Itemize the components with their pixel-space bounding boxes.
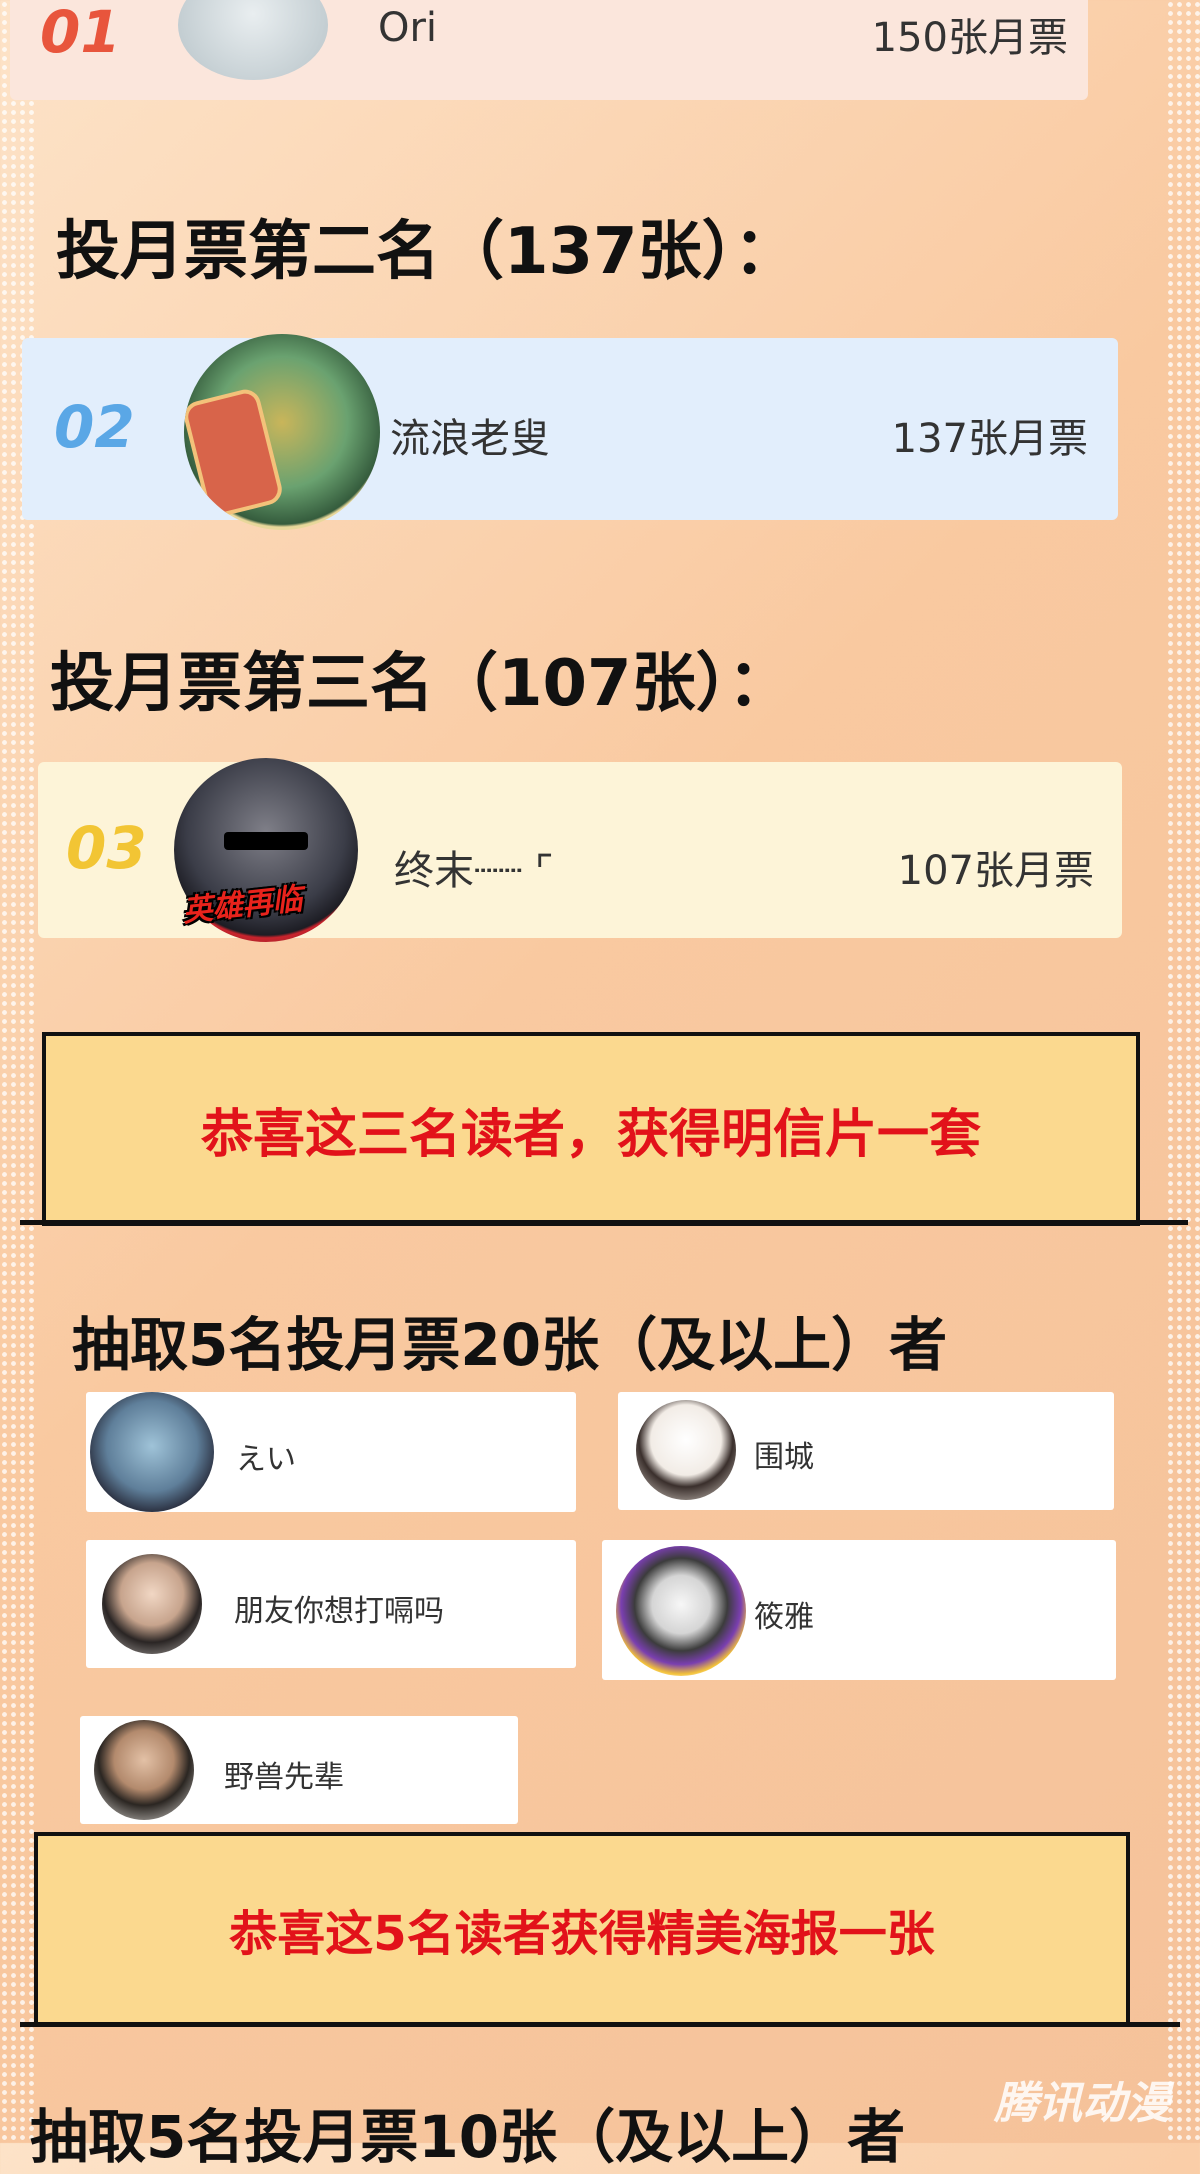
user-card-3: 朋友你想打嗝吗 <box>86 1540 576 1668</box>
user-name-5: 野兽先辈 <box>224 1760 344 1795</box>
user-avatar-1 <box>90 1392 214 1512</box>
user-avatar-5 <box>94 1720 194 1820</box>
rank-name-2: 流浪老叟 <box>390 416 550 462</box>
sunglasses-icon <box>224 832 308 850</box>
heading-rank-3: 投月票第三名（107张）： <box>50 647 792 721</box>
user-card-1: えい <box>86 1392 576 1512</box>
rank-card-3: 03 英雄再临 终末┈┈ ⌜ 107张月票 <box>38 758 1122 942</box>
watermark-logo: 腾讯动漫 <box>994 2078 1170 2129</box>
user-avatar-3 <box>102 1554 202 1654</box>
rank-card-1: 01 Ori 150张月票 <box>10 0 1088 100</box>
user-card-4: 筱雅 <box>602 1540 1116 1680</box>
rank-number-2: 02 <box>54 393 135 461</box>
user-name-2: 围城 <box>754 1440 814 1475</box>
congrats-banner-2: 恭喜这5名读者获得精美海报一张 <box>34 1832 1130 2026</box>
rank-votes-1: 150张月票 <box>871 15 1068 61</box>
user-name-3: 朋友你想打嗝吗 <box>234 1594 444 1629</box>
user-card-5: 野兽先辈 <box>80 1716 518 1824</box>
avatar-1 <box>178 0 328 80</box>
congrats-banner-1: 恭喜这三名读者，获得明信片一套 <box>42 1032 1140 1226</box>
right-dot-border <box>1166 0 1200 2143</box>
user-name-4: 筱雅 <box>754 1600 814 1635</box>
user-avatar-2 <box>636 1400 736 1500</box>
banner-1-underline <box>20 1220 1188 1225</box>
heading-draw-10: 抽取5名投月票10张（及以上）者 <box>30 2103 906 2171</box>
rank-name-3: 终末┈┈ ⌜ <box>394 848 554 894</box>
avatar-2 <box>184 334 380 530</box>
rank-card-2: 02 流浪老叟 137张月票 <box>22 334 1118 530</box>
rank-votes-2: 137张月票 <box>891 416 1088 462</box>
rank-votes-3: 107张月票 <box>897 848 1094 894</box>
congrats-banner-2-text: 恭喜这5名读者获得精美海报一张 <box>229 1906 935 1962</box>
heading-draw-20: 抽取5名投月票20张（及以上）者 <box>72 1311 948 1379</box>
user-avatar-4 <box>616 1546 746 1676</box>
fortune-tag-icon <box>184 386 286 520</box>
rank-number-3: 03 <box>66 814 147 882</box>
rank-number-1: 01 <box>40 0 121 66</box>
banner-2-underline <box>20 2022 1180 2027</box>
rank-name-1: Ori <box>378 5 438 51</box>
congrats-banner-1-text: 恭喜这三名读者，获得明信片一套 <box>200 1104 981 1165</box>
user-name-1: えい <box>236 1442 296 1477</box>
left-dot-border <box>0 0 34 2143</box>
heading-rank-2: 投月票第二名（137张）： <box>56 215 798 289</box>
user-card-2: 围城 <box>618 1392 1114 1510</box>
